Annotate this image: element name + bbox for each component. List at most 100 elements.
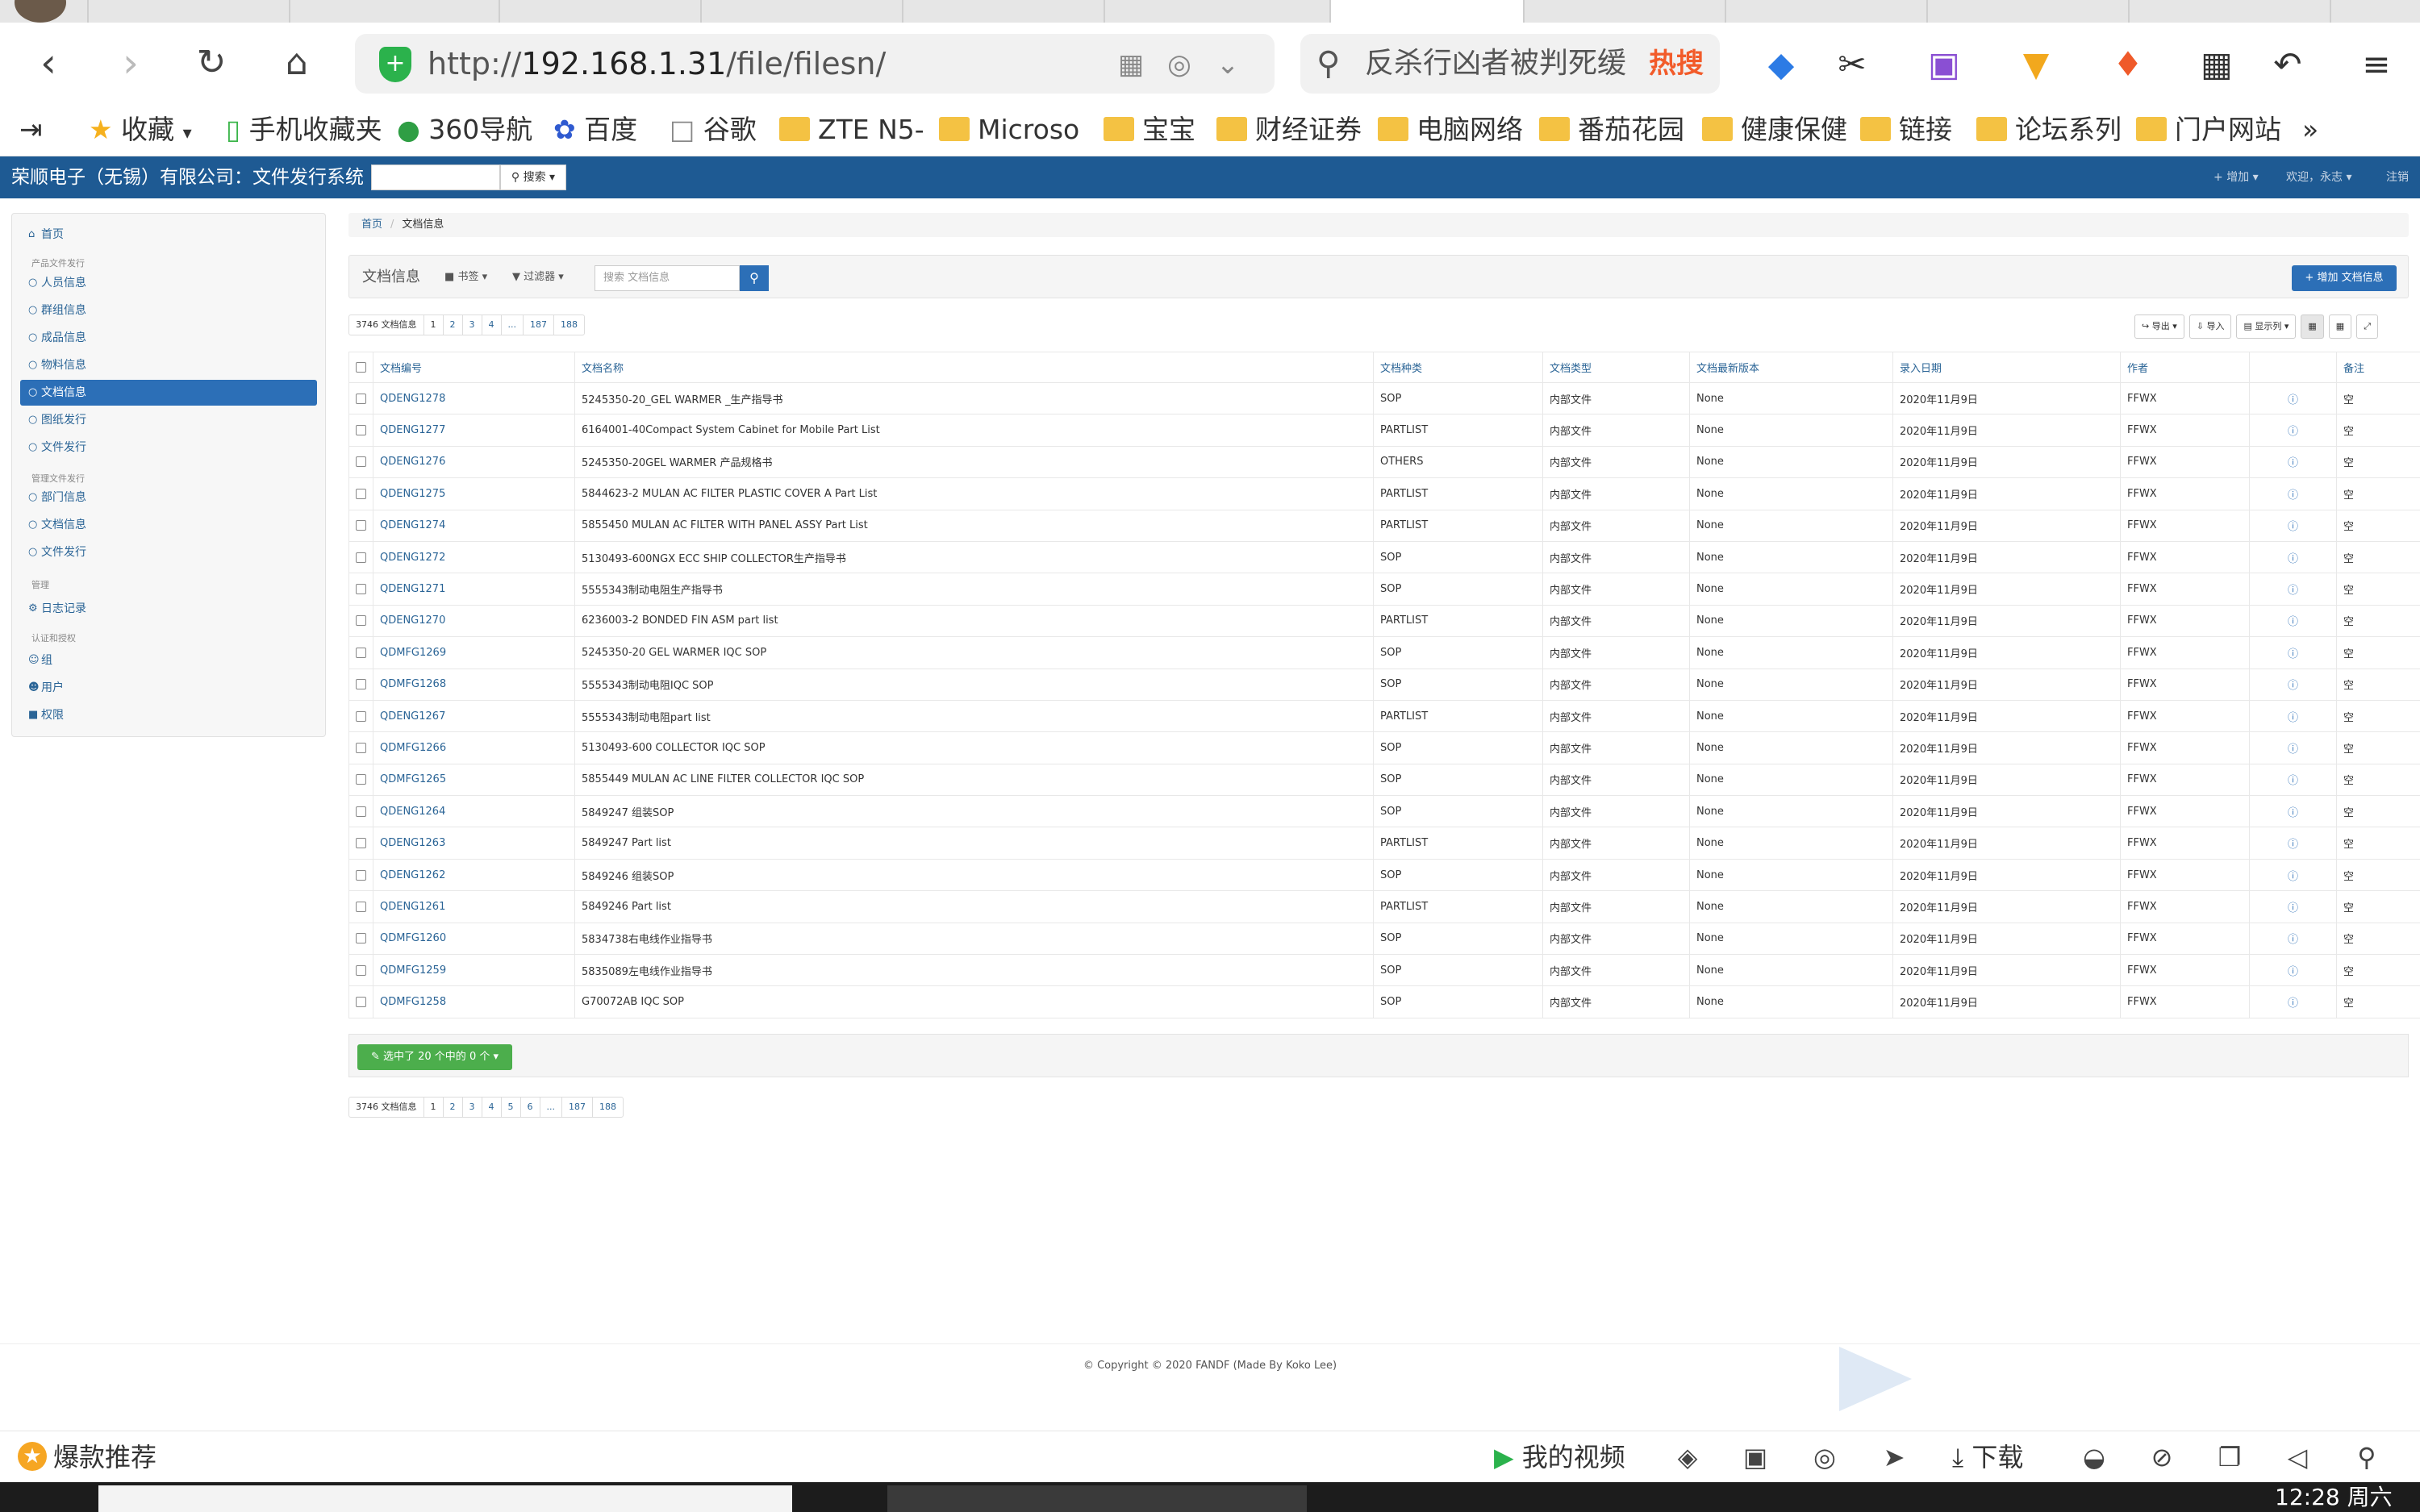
scissors-icon[interactable]: ✂ <box>1830 42 1875 87</box>
home-icon[interactable]: ⌂ <box>273 39 321 87</box>
info-icon[interactable]: ⓘ <box>2249 573 2337 606</box>
column-header[interactable]: 文档类型 <box>1542 352 1690 383</box>
bookmark-item[interactable]: ZTE N5- <box>779 103 924 156</box>
undo-icon[interactable]: ↶ <box>2265 42 2310 87</box>
page-link[interactable]: 5 <box>500 1098 520 1117</box>
info-icon[interactable]: ⓘ <box>2249 477 2337 510</box>
sidebar-item[interactable]: ○ 物料信息 <box>20 352 317 378</box>
doc-number-link[interactable]: QDMFG1259 <box>373 954 575 987</box>
sidebar-item-users[interactable]: ☻ 用户 <box>20 675 317 701</box>
table-row[interactable]: QDENG1270 6236003-2 BONDED FIN ASM part l… <box>348 604 2420 638</box>
column-header[interactable]: 录入日期 <box>1892 352 2121 383</box>
info-icon[interactable]: ⓘ <box>2249 954 2337 987</box>
table-row[interactable]: QDENG1267 5555343制动电阻part list PARTLIST 内部文… <box>348 699 2420 733</box>
row-checkbox[interactable] <box>348 795 373 828</box>
sidebar-item[interactable]: ○ 成品信息 <box>20 325 317 351</box>
page-link[interactable]: 2 <box>442 315 462 335</box>
table-row[interactable]: QDENG1275 5844623-2 MULAN AC FILTER PLAST… <box>348 477 2420 510</box>
browser-tab[interactable] <box>290 0 500 23</box>
browser-tab-active[interactable] <box>1331 0 1525 23</box>
column-header[interactable]: 备注 <box>2336 352 2420 383</box>
doc-number-link[interactable]: QDMFG1266 <box>373 731 575 764</box>
table-row[interactable]: QDENG1262 5849246 组装SOP SOP 内部文件 None 2020年11… <box>348 858 2420 892</box>
compat-mode-icon[interactable]: ◎ <box>1162 47 1197 82</box>
page-link[interactable]: 6 <box>519 1098 540 1117</box>
bookmark-item[interactable]: □ 谷歌 <box>670 103 757 156</box>
table-row[interactable]: QDENG1278 5245350-20_GEL WARMER _生产指导书 SOP… <box>348 381 2420 415</box>
info-icon[interactable]: ⓘ <box>2249 731 2337 764</box>
address-url[interactable]: http://192.168.1.31/file/filesn/ <box>428 34 886 94</box>
doc-number-link[interactable]: QDMFG1265 <box>373 763 575 797</box>
sidebar-item-home[interactable]: ⌂ 首页 <box>20 222 317 248</box>
list-search-button[interactable]: ⚲ <box>740 265 769 291</box>
table-row[interactable]: QDENG1271 5555343制动电阻生产指导书 SOP 内部文件 None 2020… <box>348 573 2420 606</box>
game-icon[interactable]: ♦ <box>2105 42 2151 87</box>
address-bar[interactable]: + http://192.168.1.31/file/filesn/ ▦ ◎ ⌄ <box>355 34 1275 94</box>
page-link[interactable]: 3 <box>461 315 482 335</box>
column-header[interactable]: 作者 <box>2120 352 2250 383</box>
select-all-checkbox[interactable] <box>348 352 373 383</box>
filter-dropdown[interactable]: ▼ 过滤器 ▾ <box>512 256 564 299</box>
browser-tab[interactable] <box>2130 0 2331 23</box>
browser-tab[interactable] <box>1525 0 1726 23</box>
browser-tab[interactable] <box>500 0 702 23</box>
page-link[interactable]: 188 <box>592 1098 623 1117</box>
ie-mode-icon[interactable]: ⊘ <box>2146 1441 2178 1473</box>
row-checkbox[interactable] <box>348 668 373 701</box>
page-link[interactable]: 1 <box>423 315 443 335</box>
bookmark-item[interactable]: 健康保健 <box>1702 103 1847 156</box>
add-document-button[interactable]: + 增加 文档信息 <box>2292 265 2397 291</box>
doc-number-link[interactable]: QDENG1264 <box>373 795 575 828</box>
table-row[interactable]: QDENG1276 5245350-20GEL WARMER 产品规格书 OTHER… <box>348 445 2420 479</box>
table-row[interactable]: QDMFG1268 5555343制动电阻IQC SOP SOP 内部文件 None 20… <box>348 668 2420 701</box>
bookmark-item[interactable]: 论坛系列 <box>1976 103 2122 156</box>
sidebar-item[interactable]: ○ 群组信息 <box>20 298 317 323</box>
row-checkbox[interactable] <box>348 540 373 574</box>
search-suggestion-text[interactable]: 反杀行凶者被判死缓 <box>1365 34 1626 94</box>
info-icon[interactable]: ⓘ <box>2249 445 2337 479</box>
doc-number-link[interactable]: QDMFG1260 <box>373 922 575 956</box>
bookmark-item[interactable]: ★ 收藏 ▾ <box>89 103 192 156</box>
bookmark-item[interactable]: 链接 <box>1860 103 1952 156</box>
menu-icon[interactable]: ≡ <box>2354 42 2399 87</box>
sidebar-item-active[interactable]: ○ 文档信息 <box>20 380 317 406</box>
table-row[interactable]: QDMFG1269 5245350-20 GEL WARMER IQC SOP SO… <box>348 636 2420 669</box>
info-icon[interactable]: ⓘ <box>2249 763 2337 797</box>
sidebar-toggle-icon[interactable]: ⇥ <box>19 103 43 156</box>
bookmark-item[interactable]: 财经证券 <box>1216 103 1362 156</box>
download-link[interactable]: ⤓ 下载 <box>1952 1431 2023 1483</box>
hot-search-badge[interactable]: 热搜 <box>1649 34 1704 94</box>
table-row[interactable]: QDENG1274 5855450 MULAN AC FILTER WITH PA… <box>348 509 2420 542</box>
window-icon[interactable]: ❐ <box>2213 1441 2246 1473</box>
page-link[interactable]: 1 <box>423 1098 443 1117</box>
table-row[interactable]: QDENG1277 6164001-40Compact System Cabine… <box>348 414 2420 447</box>
columns-button[interactable]: ▤ 显示列 ▾ <box>2236 314 2297 339</box>
browser-tab[interactable] <box>1105 0 1331 23</box>
sidebar-item[interactable]: ○ 人员信息 <box>20 270 317 296</box>
chevron-down-icon[interactable]: ⌄ <box>1210 47 1245 82</box>
bookmark-item[interactable]: ● 360导航 <box>397 103 532 156</box>
forward-icon[interactable]: › <box>106 39 155 87</box>
column-header[interactable]: 文档种类 <box>1373 352 1543 383</box>
taskbar-clock[interactable]: 12:28 周六 <box>2275 1482 2393 1512</box>
sidebar-item[interactable]: ○ 文件发行 <box>20 435 317 460</box>
info-icon[interactable]: ⓘ <box>2249 636 2337 669</box>
table-row[interactable]: QDMFG1265 5855449 MULAN AC LINE FILTER CO… <box>348 763 2420 797</box>
apps-grid-icon[interactable]: ▦ <box>2194 42 2239 87</box>
bookmark-item[interactable]: 电脑网络 <box>1378 103 1523 156</box>
doc-number-link[interactable]: QDENG1271 <box>373 573 575 606</box>
page-link[interactable]: 4 <box>481 315 501 335</box>
browser-tab[interactable] <box>903 0 1105 23</box>
doc-number-link[interactable]: QDMFG1258 <box>373 985 575 1018</box>
doc-number-link[interactable]: QDENG1272 <box>373 540 575 574</box>
incognito-icon[interactable]: ◒ <box>2078 1441 2110 1473</box>
bookmark-item[interactable]: 门户网站 <box>2136 103 2281 156</box>
profile-avatar[interactable] <box>15 0 66 23</box>
column-header[interactable]: 文档编号 <box>373 352 575 383</box>
info-icon[interactable]: ⓘ <box>2249 414 2337 447</box>
fullscreen-icon[interactable]: ⤢ <box>2356 314 2379 339</box>
grid-view-icon[interactable]: ▦ <box>2328 314 2352 339</box>
bookmark-item[interactable]: Microso <box>939 103 1079 156</box>
row-checkbox[interactable] <box>348 954 373 987</box>
chevron-down-icon[interactable]: ▾ <box>183 123 192 144</box>
